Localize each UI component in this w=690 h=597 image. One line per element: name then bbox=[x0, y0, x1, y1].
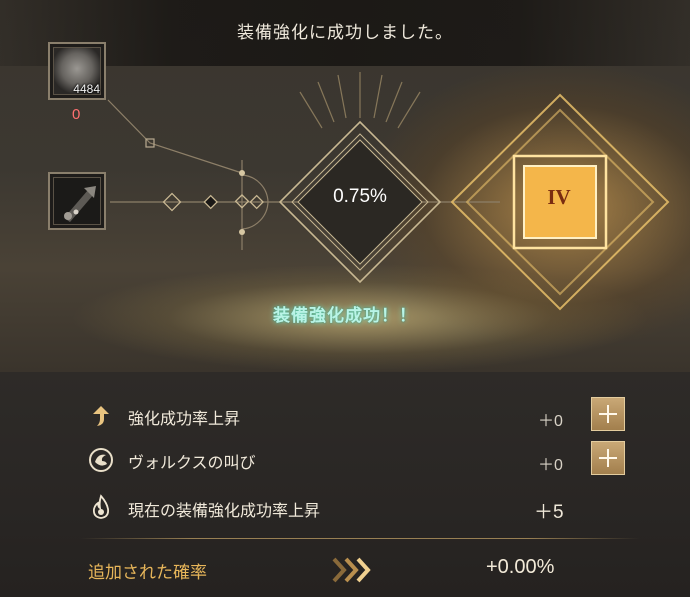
flame-icon bbox=[92, 494, 110, 519]
enhance-rank-label: IV bbox=[547, 185, 571, 209]
success-rate-value: 0.75% bbox=[333, 186, 387, 207]
bonus-row-rate-up: 強化成功率上昇 ＋0 bbox=[0, 396, 690, 436]
stone-count: 4484 bbox=[73, 82, 100, 96]
stone-material-slot[interactable]: 4484 bbox=[48, 42, 106, 100]
bonus-value: ＋0 bbox=[538, 413, 563, 430]
bonus-row-volcus: ヴォルクスの叫び ＋0 bbox=[0, 441, 690, 481]
equipment-slot[interactable] bbox=[48, 172, 106, 230]
add-rate-button[interactable] bbox=[591, 397, 625, 431]
add-volcus-button[interactable] bbox=[591, 441, 625, 475]
extra-rate-value: +0.00% bbox=[486, 556, 555, 578]
success-banner: 装備強化成功！！ bbox=[273, 306, 417, 326]
extra-rate-label: 追加された確率 bbox=[88, 563, 207, 583]
arrow-up-icon bbox=[93, 406, 109, 426]
bonus-label: 現在の装備強化成功率上昇 bbox=[128, 501, 321, 520]
stone-owned-count: 0 bbox=[72, 106, 81, 123]
bonus-label: ヴォルクスの叫び bbox=[128, 453, 256, 472]
triple-chevron-icon bbox=[332, 557, 371, 583]
bonus-label: 強化成功率上昇 bbox=[128, 409, 241, 428]
weapon-icon bbox=[53, 177, 101, 225]
page-title: 装備強化に成功しました。 bbox=[237, 22, 453, 43]
bonus-row-current: 現在の装備強化成功率上昇 ＋5 bbox=[0, 488, 690, 528]
enhancement-stage: 装備強化に成功しました。 4484 0 0.75% IV 装備強化成功！！ bbox=[0, 0, 690, 372]
volcus-emblem-icon bbox=[89, 448, 113, 472]
bonus-value: ＋5 bbox=[534, 502, 564, 523]
bonus-value: ＋0 bbox=[538, 457, 563, 474]
divider bbox=[80, 538, 640, 539]
